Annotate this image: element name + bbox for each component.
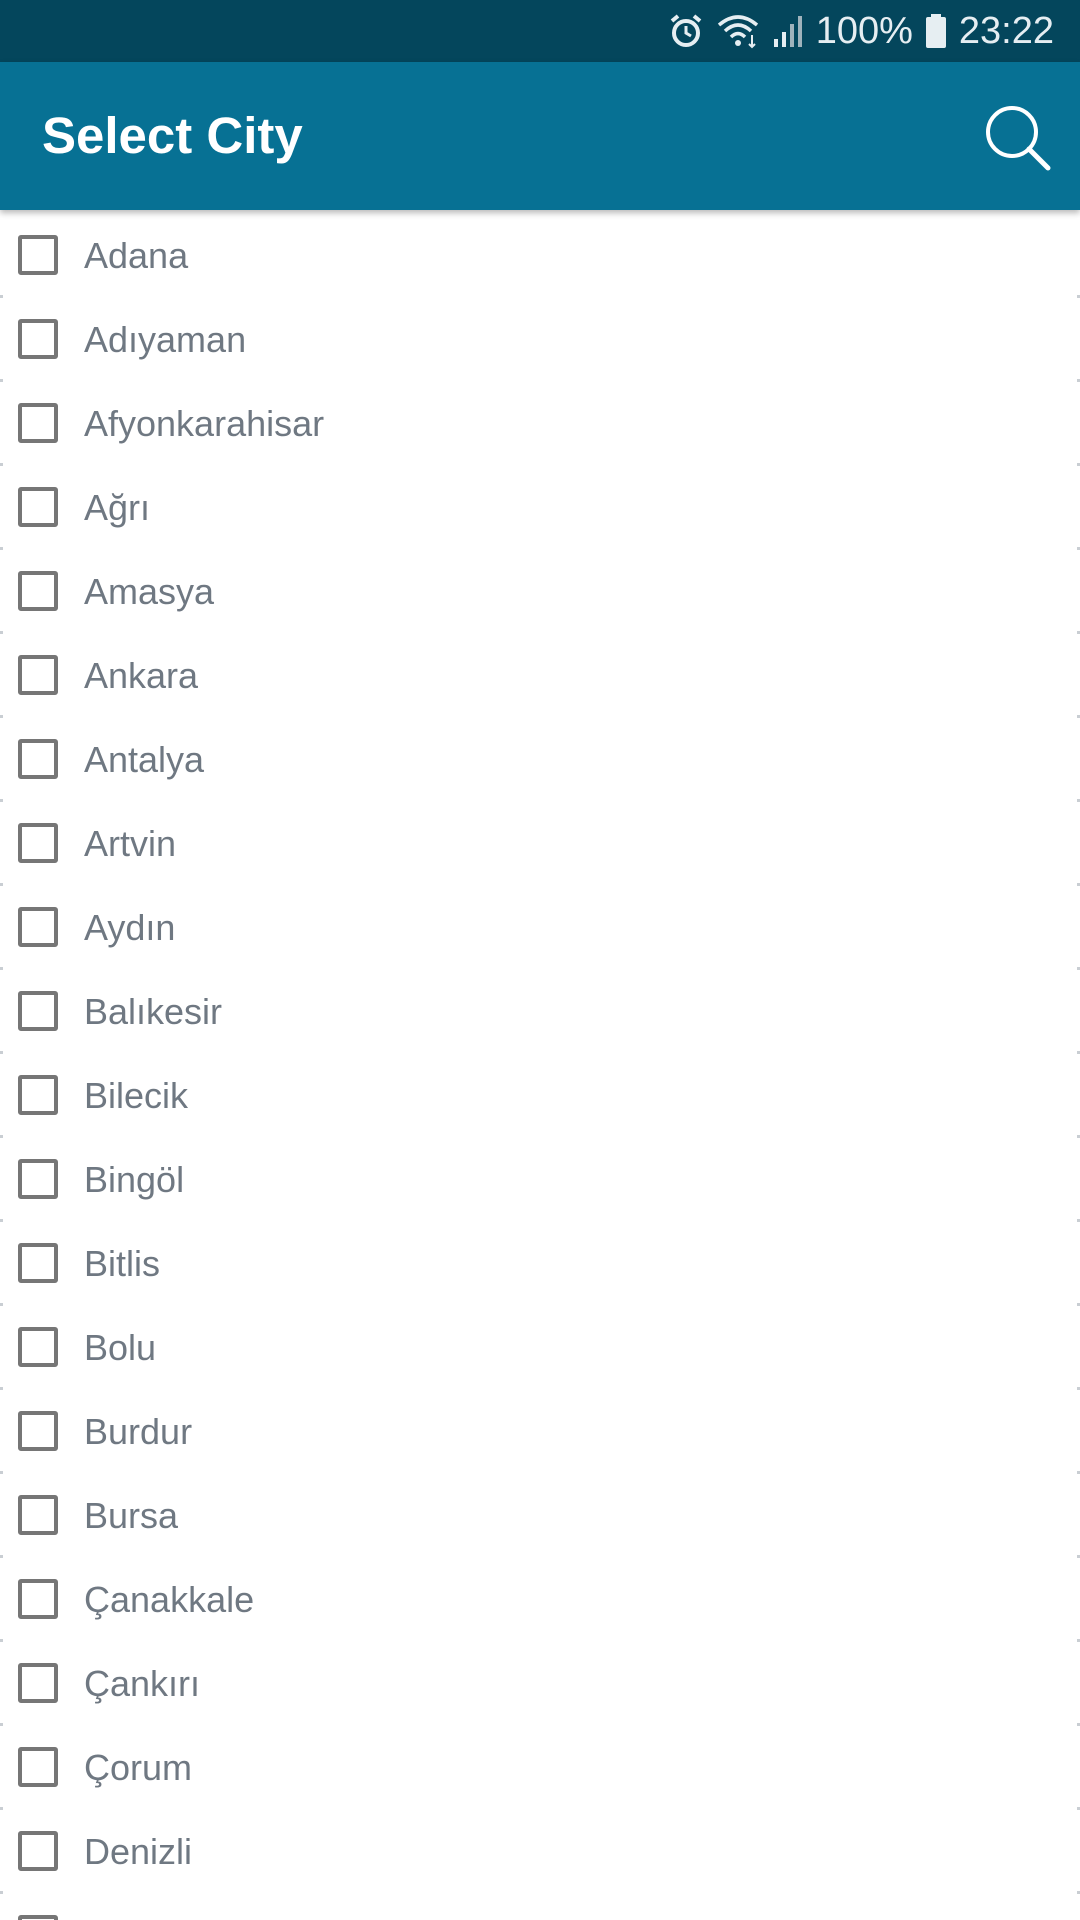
city-label: Adana	[84, 235, 189, 276]
city-list[interactable]: Adana Adıyaman Afyonkarahisar Ağrı Amasya Ank…	[0, 210, 1080, 1920]
status-bar: 100% 23:22	[0, 0, 1080, 62]
list-item[interactable]: Artvin	[0, 802, 1080, 886]
list-item[interactable]: Balıkesir	[0, 970, 1080, 1054]
status-icons: 100% 23:22	[668, 0, 1054, 62]
checkbox[interactable]	[18, 739, 58, 779]
checkbox[interactable]	[18, 1159, 58, 1199]
checkbox[interactable]	[18, 403, 58, 443]
checkbox[interactable]	[18, 487, 58, 527]
list-item[interactable]: Ağrı	[0, 466, 1080, 550]
checkbox[interactable]	[18, 655, 58, 695]
list-item[interactable]: Adana	[0, 214, 1080, 298]
list-item[interactable]: Aydın	[0, 886, 1080, 970]
battery-text: 100%	[815, 9, 913, 52]
city-label: Bolu	[84, 1327, 157, 1368]
city-label: Bingöl	[84, 1159, 185, 1200]
city-label: Aydın	[84, 907, 176, 948]
list-item[interactable]: Çanakkale	[0, 1558, 1080, 1642]
city-label: Adıyaman	[84, 319, 247, 360]
checkbox[interactable]	[18, 1663, 58, 1703]
city-label: Çanakkale	[84, 1579, 255, 1620]
checkbox[interactable]	[18, 1075, 58, 1115]
list-item[interactable]: Burdur	[0, 1390, 1080, 1474]
city-label: Ağrı	[84, 487, 151, 528]
list-item[interactable]: Antalya	[0, 718, 1080, 802]
page-title: Select City	[42, 107, 303, 164]
list-item[interactable]: Denizli	[0, 1810, 1080, 1894]
city-label: Afyonkarahisar	[84, 403, 325, 444]
list-item[interactable]: Ankara	[0, 634, 1080, 718]
list-item[interactable]: Afyonkarahisar	[0, 382, 1080, 466]
city-label: Burdur	[84, 1411, 193, 1452]
list-item[interactable]: Bingöl	[0, 1138, 1080, 1222]
checkbox[interactable]	[18, 823, 58, 863]
list-item[interactable]: Bilecik	[0, 1054, 1080, 1138]
checkbox[interactable]	[18, 907, 58, 947]
list-item[interactable]: Bolu	[0, 1306, 1080, 1390]
checkbox[interactable]	[18, 235, 58, 275]
list-item[interactable]: Bursa	[0, 1474, 1080, 1558]
checkbox[interactable]	[18, 319, 58, 359]
city-label: Artvin	[84, 823, 177, 864]
city-label: Ankara	[84, 655, 199, 696]
search-button[interactable]	[980, 100, 1054, 174]
city-label: Çankırı	[84, 1663, 201, 1704]
city-label: Antalya	[84, 739, 205, 780]
checkbox[interactable]	[18, 1243, 58, 1283]
list-item[interactable]: Adıyaman	[0, 298, 1080, 382]
checkbox[interactable]	[18, 1579, 58, 1619]
list-item[interactable]: Bitlis	[0, 1222, 1080, 1306]
list-item[interactable]: Çankırı	[0, 1642, 1080, 1726]
city-label: Denizli	[84, 1831, 193, 1872]
checkbox[interactable]	[18, 1831, 58, 1871]
app-bar: Select City	[0, 62, 1080, 210]
checkbox[interactable]	[18, 1747, 58, 1787]
wifi-icon	[716, 13, 760, 49]
alarm-icon	[668, 13, 704, 49]
checkbox[interactable]	[18, 1411, 58, 1451]
city-label: Çorum	[84, 1747, 193, 1788]
city-label: Diyarbakır	[84, 1894, 248, 1920]
checkbox[interactable]	[18, 1327, 58, 1367]
city-label: Bilecik	[84, 1075, 189, 1116]
checkbox[interactable]	[18, 991, 58, 1031]
battery-icon	[925, 13, 947, 49]
city-label: Balıkesir	[84, 991, 223, 1032]
city-label: Bitlis	[84, 1243, 161, 1284]
checkbox[interactable]	[18, 1915, 58, 1920]
checkbox[interactable]	[18, 571, 58, 611]
city-label: Amasya	[84, 571, 215, 612]
clock: 23:22	[958, 9, 1054, 52]
checkbox[interactable]	[18, 1495, 58, 1535]
list-item[interactable]: Çorum	[0, 1726, 1080, 1810]
signal-icon	[772, 13, 804, 49]
list-item[interactable]: Amasya	[0, 550, 1080, 634]
list-item[interactable]: Diyarbakır	[0, 1894, 1080, 1920]
search-icon	[980, 106, 1054, 178]
city-label: Bursa	[84, 1495, 179, 1536]
